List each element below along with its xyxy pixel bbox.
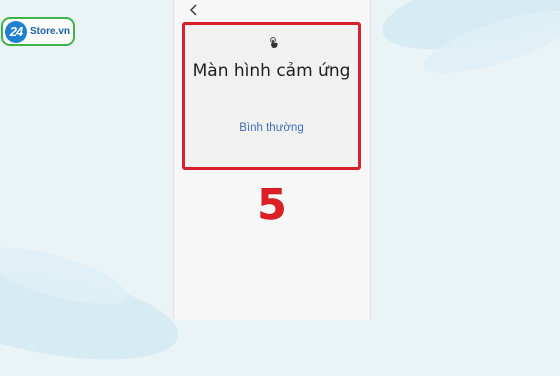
touchscreen-test-card[interactable]: Màn hình cảm ứng Bình thường <box>182 22 361 170</box>
status-text: Bình thường <box>239 122 304 134</box>
back-button[interactable] <box>186 2 202 18</box>
phone-screen: Màn hình cảm ứng Bình thường 5 <box>173 0 371 320</box>
touch-pointer-icon <box>270 37 278 48</box>
brand-logo: 24 Store.vn <box>1 17 75 46</box>
card-title: Màn hình cảm ứng <box>192 61 351 81</box>
logo-number: 24 <box>5 20 27 43</box>
step-number: 5 <box>257 180 287 230</box>
logo-text: Store.vn <box>30 26 71 37</box>
chevron-left-icon <box>190 4 197 16</box>
